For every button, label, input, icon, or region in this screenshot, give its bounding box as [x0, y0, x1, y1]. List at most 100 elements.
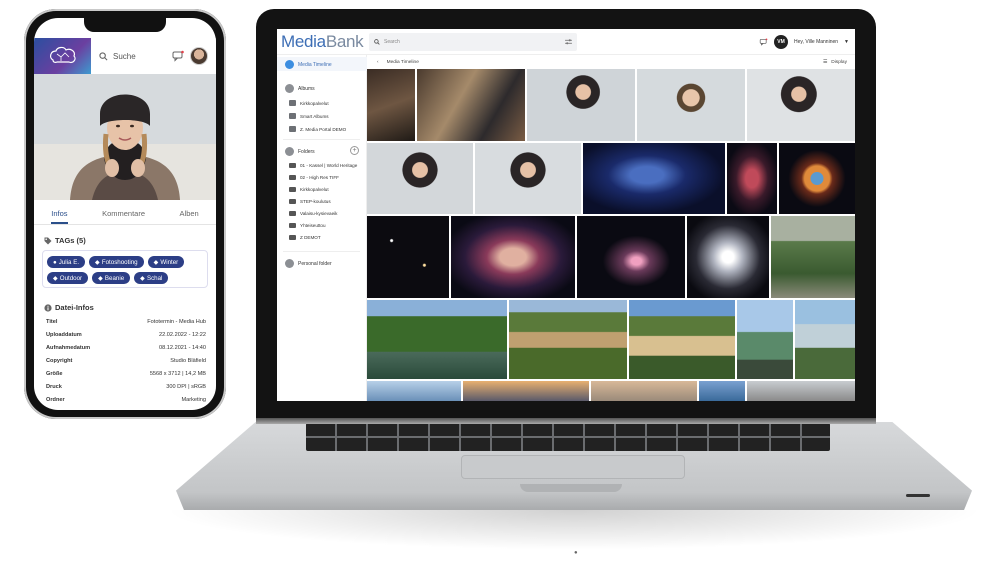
tag-winter[interactable]: ◆ Winter — [147, 256, 185, 268]
folder-icon — [289, 211, 296, 216]
sidebar-folder-item[interactable]: Kirkkopalvelut — [289, 187, 329, 192]
tab-infos[interactable]: Infos — [51, 205, 68, 224]
user-area: VM Hey, Ville Manninen ▼ — [759, 34, 855, 49]
info-row: Titel Fototermin - Media Hub — [46, 319, 206, 325]
tag-icon: ◆ — [98, 274, 103, 282]
photo-tile[interactable] — [747, 69, 855, 141]
tag-icon: ◆ — [140, 274, 145, 282]
brain-logo-icon[interactable] — [34, 38, 91, 74]
photo-tile[interactable] — [475, 143, 581, 214]
chevron-left-icon[interactable]: ‹ — [377, 60, 379, 65]
personal-icon — [285, 259, 294, 268]
sidebar-album-item[interactable]: Kirkkopalvelut — [289, 100, 329, 106]
phone-device: Suche Infos Kommentare Alben TAGs (5) ● … — [24, 9, 226, 419]
avatar[interactable] — [190, 47, 208, 65]
tag-outdoor[interactable]: ◆ Outdoor — [47, 272, 89, 284]
photo-tile[interactable] — [747, 381, 855, 401]
photo-tile[interactable] — [795, 300, 855, 379]
chevron-down-icon[interactable]: ▼ — [844, 39, 849, 45]
laptop-keyboard — [306, 423, 830, 451]
tag-schal[interactable]: ◆ Schal — [134, 272, 169, 284]
laptop-trackpad — [461, 455, 685, 479]
info-row: Aufnahmedatum 08.12.2021 - 14:40 — [46, 345, 206, 351]
timeline-icon — [285, 60, 294, 69]
photo-tile[interactable] — [591, 381, 697, 401]
album-icon — [285, 84, 294, 93]
photo-tile[interactable] — [771, 216, 855, 298]
sidebar-album-item[interactable]: Smart Albums — [289, 113, 329, 119]
sidebar-folder-item[interactable]: 01 - Kassel | World Heritage — [289, 163, 357, 168]
user-avatar[interactable]: VM — [774, 34, 789, 49]
brand-logo[interactable]: MediaBank — [277, 32, 369, 52]
sidebar-item-media-timeline[interactable]: Media Timeline — [285, 60, 332, 69]
sidebar-folder-item[interactable]: STEP-koulutus — [289, 199, 331, 204]
photo-grid — [367, 69, 855, 401]
folder-icon — [289, 163, 296, 168]
sidebar-album-item[interactable]: Z. Media Portal DEMO — [289, 126, 346, 132]
album-icon — [289, 100, 296, 106]
laptop-led — [906, 494, 930, 497]
sidebar-folder-item[interactable]: Z DEMOT — [289, 235, 321, 240]
photo-tile[interactable] — [367, 216, 449, 298]
folder-icon — [289, 175, 296, 180]
search-input[interactable]: Search — [369, 32, 577, 51]
album-icon — [289, 126, 296, 132]
sidebar: Media Timeline Albums Kirkkopalvelut Sma… — [277, 55, 367, 401]
photo-tile[interactable] — [727, 143, 777, 214]
sidebar-folder-item[interactable]: 02 - High Res TIFF — [289, 175, 339, 180]
photo-tile[interactable] — [737, 300, 793, 379]
tag-beanie[interactable]: ◆ Beanie — [92, 272, 131, 284]
message-icon[interactable] — [759, 37, 768, 46]
laptop-hinge — [256, 418, 876, 424]
photo-tile[interactable] — [367, 143, 473, 214]
tag-icon: ◆ — [53, 274, 58, 282]
filter-icon[interactable] — [565, 38, 572, 45]
hero-photo — [34, 74, 216, 200]
photo-tile[interactable] — [451, 216, 575, 298]
tab-alben[interactable]: Alben — [180, 205, 199, 224]
laptop-screen: MediaBank Search VM Hey, Ville Manninen … — [277, 29, 855, 401]
photo-tile[interactable] — [367, 381, 461, 401]
photo-tile[interactable] — [699, 381, 745, 401]
photo-tile[interactable] — [779, 143, 855, 214]
photo-tile[interactable] — [367, 300, 507, 379]
phone-header: Suche — [34, 38, 216, 74]
tab-kommentare[interactable]: Kommentare — [102, 205, 145, 224]
sidebar-item-personal[interactable]: Personal folder — [285, 259, 332, 268]
photo-tile[interactable] — [637, 69, 745, 141]
add-folder-icon[interactable]: + — [350, 146, 359, 155]
sidebar-folder-item[interactable]: Valaisu-kysievaeik — [289, 211, 337, 216]
tag-list: ● Julia E. ◆ Fotoshooting ◆ Winter ◆ Outdoor… — [42, 250, 208, 288]
info-row: Ordner Marketing — [46, 397, 206, 403]
photo-tile[interactable] — [463, 381, 589, 401]
phone-search[interactable]: Suche — [99, 52, 172, 61]
info-icon — [44, 303, 52, 312]
photo-tile[interactable] — [527, 69, 635, 141]
sidebar-divider — [283, 251, 360, 252]
info-row: Uploaddatum 22.02.2022 - 12:22 — [46, 332, 206, 338]
sidebar-item-folders[interactable]: Folders — [285, 147, 315, 156]
tags-heading: TAGs (5) — [44, 236, 86, 245]
photo-tile[interactable] — [509, 300, 627, 379]
info-heading: Datei-Infos — [44, 303, 94, 312]
display-button[interactable]: ☰ Display — [823, 60, 847, 65]
photo-tile[interactable] — [367, 69, 415, 141]
tag-julia[interactable]: ● Julia E. — [47, 256, 86, 268]
info-row: Druck 300 DPI | sRGB — [46, 384, 206, 390]
message-icon[interactable] — [172, 50, 184, 62]
photo-tile[interactable] — [583, 143, 725, 214]
sidebar-folder-item[interactable]: Yhteiseuttou — [289, 223, 326, 228]
folder-icon — [289, 199, 296, 204]
sidebar-divider — [283, 139, 360, 140]
tag-fotoshooting[interactable]: ◆ Fotoshooting — [89, 256, 144, 268]
user-name[interactable]: Hey, Ville Manninen — [794, 39, 838, 45]
app-topbar: MediaBank Search VM Hey, Ville Manninen … — [277, 29, 855, 55]
search-icon — [374, 38, 380, 45]
photo-tile[interactable] — [629, 300, 735, 379]
photo-tile[interactable] — [687, 216, 769, 298]
album-icon — [289, 113, 296, 119]
photo-tile[interactable] — [577, 216, 685, 298]
sidebar-item-albums[interactable]: Albums — [285, 84, 315, 93]
search-icon — [99, 51, 108, 60]
photo-tile[interactable] — [417, 69, 525, 141]
